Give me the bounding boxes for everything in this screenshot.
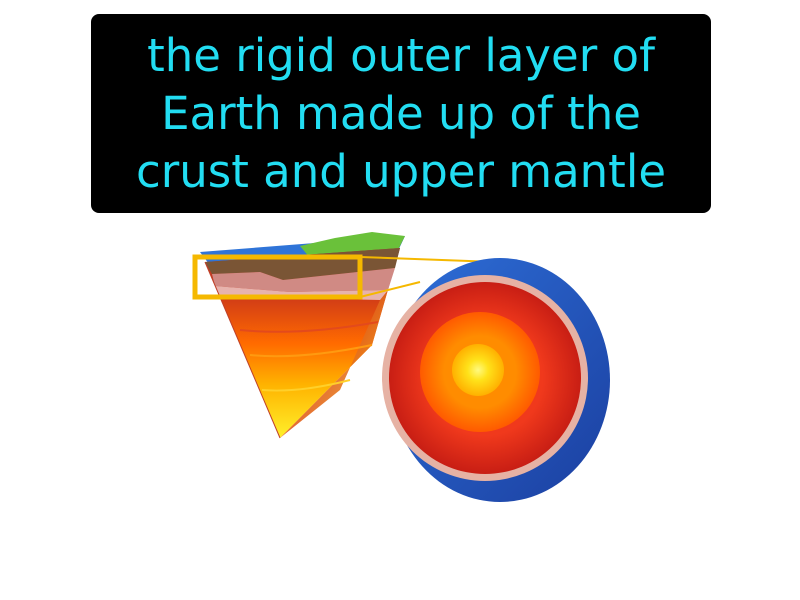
earth-layers-wedge-icon bbox=[200, 232, 405, 439]
earth-cross-section-icon bbox=[382, 258, 610, 502]
earth-lithosphere-illustration bbox=[192, 232, 610, 502]
